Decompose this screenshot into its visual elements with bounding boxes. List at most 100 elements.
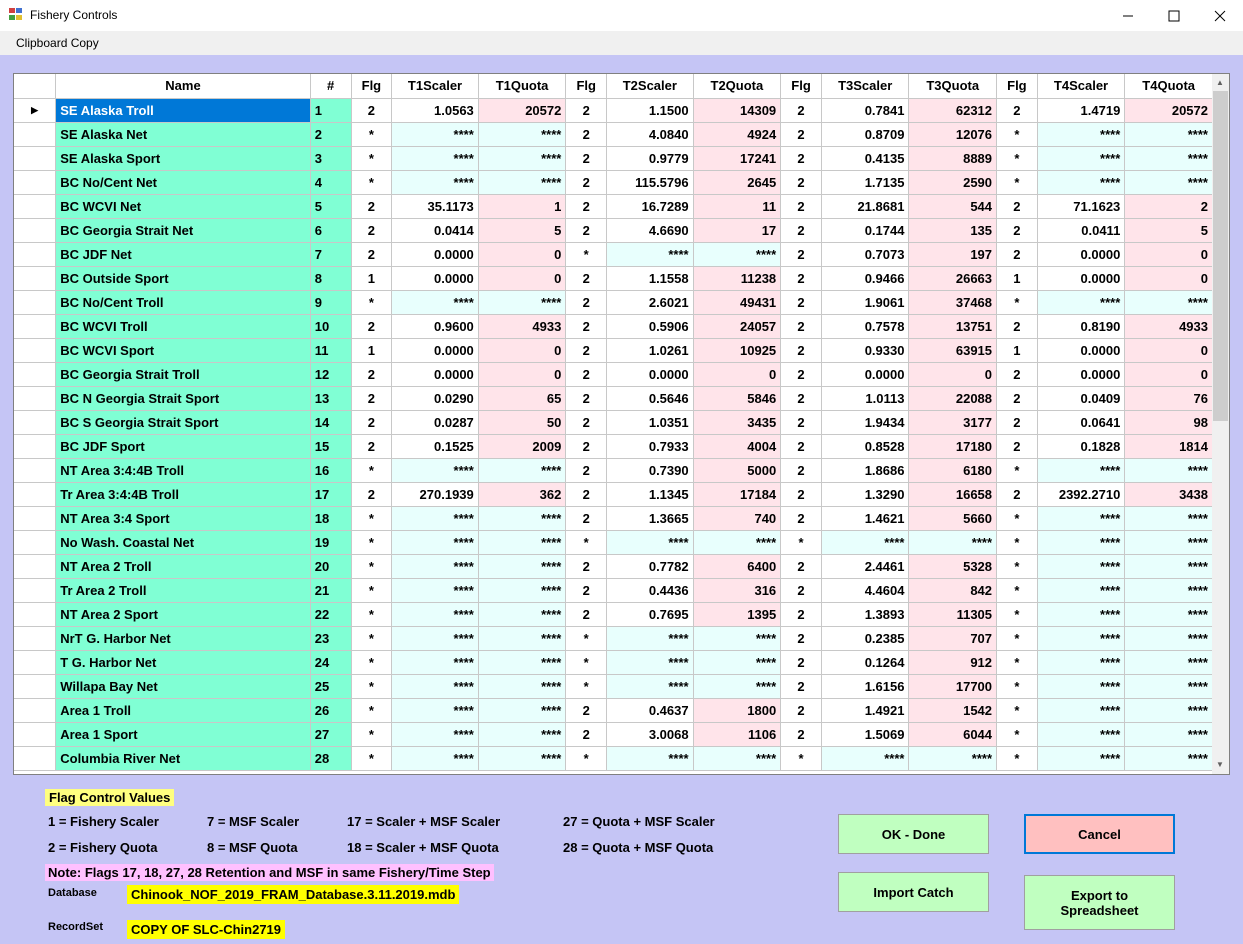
scaler-cell[interactable]: 0.2385 <box>821 626 910 651</box>
scaler-cell[interactable]: 0.0000 <box>821 362 910 387</box>
scaler-cell[interactable]: **** <box>391 290 479 315</box>
column-header[interactable]: Flg <box>351 74 393 99</box>
quota-cell[interactable]: 0 <box>1124 266 1213 291</box>
table-row[interactable]: Willapa Bay Net 25 * **** **** * **** **** 2 1.61… <box>14 674 1213 699</box>
flag-cell[interactable]: 2 <box>996 482 1038 507</box>
column-header[interactable]: T2Quota <box>693 74 782 99</box>
scaler-cell[interactable]: 0.0000 <box>391 338 479 363</box>
quota-cell[interactable]: **** <box>478 554 567 579</box>
flag-cell[interactable]: 2 <box>565 386 608 411</box>
quota-cell[interactable]: 5 <box>1124 218 1213 243</box>
flag-cell[interactable]: 2 <box>351 434 393 459</box>
flag-cell[interactable]: 2 <box>565 218 608 243</box>
quota-cell[interactable]: 10925 <box>693 338 782 363</box>
quota-cell[interactable]: **** <box>693 242 782 267</box>
quota-cell[interactable]: **** <box>693 530 782 555</box>
scroll-up-icon[interactable]: ▲ <box>1216 79 1225 87</box>
scroll-down-icon[interactable]: ▼ <box>1216 761 1225 769</box>
scrollbar-thumb[interactable] <box>1213 91 1228 421</box>
fishery-name-cell[interactable]: BC Outside Sport <box>55 266 311 291</box>
flag-cell[interactable]: 2 <box>780 146 822 171</box>
fishery-number-cell[interactable]: 15 <box>310 434 352 459</box>
scaler-cell[interactable]: **** <box>1037 458 1126 483</box>
quota-cell[interactable]: 5328 <box>908 554 998 579</box>
quota-cell[interactable]: 3177 <box>908 410 998 435</box>
row-header[interactable] <box>14 266 57 291</box>
flag-cell[interactable]: * <box>996 746 1038 771</box>
quota-cell[interactable]: 37468 <box>908 290 998 315</box>
scaler-cell[interactable]: 2392.2710 <box>1037 482 1126 507</box>
fishery-name-cell[interactable]: BC Georgia Strait Troll <box>55 362 311 387</box>
scaler-cell[interactable]: **** <box>391 602 479 627</box>
flag-cell[interactable]: 2 <box>780 602 822 627</box>
scaler-cell[interactable]: **** <box>606 626 694 651</box>
flag-cell[interactable]: 2 <box>351 218 393 243</box>
menu-clipboard-copy[interactable]: Clipboard Copy <box>16 36 99 50</box>
scaler-cell[interactable]: 1.4719 <box>1037 98 1126 123</box>
flag-cell[interactable]: 2 <box>351 314 393 339</box>
flag-cell[interactable]: * <box>565 626 608 651</box>
scaler-cell[interactable]: **** <box>391 530 479 555</box>
quota-cell[interactable]: 0 <box>478 362 567 387</box>
flag-cell[interactable]: * <box>351 722 393 747</box>
scaler-cell[interactable]: 1.5069 <box>821 722 910 747</box>
flag-cell[interactable]: 2 <box>351 386 393 411</box>
flag-cell[interactable]: 2 <box>996 194 1038 219</box>
quota-cell[interactable]: 11238 <box>693 266 782 291</box>
fishery-number-cell[interactable]: 23 <box>310 626 352 651</box>
row-header[interactable] <box>14 362 57 387</box>
scaler-cell[interactable]: 0.1525 <box>391 434 479 459</box>
flag-cell[interactable]: * <box>351 626 393 651</box>
table-row[interactable]: Tr Area 3:4:4B Troll 17 2 270.1939 362 2 1.134… <box>14 482 1213 507</box>
quota-cell[interactable]: 62312 <box>908 98 998 123</box>
quota-cell[interactable]: **** <box>478 506 567 531</box>
flag-cell[interactable]: 2 <box>780 242 822 267</box>
scaler-cell[interactable]: 1.0351 <box>606 410 694 435</box>
scaler-cell[interactable]: 0.8190 <box>1037 314 1126 339</box>
row-header[interactable] <box>14 410 57 435</box>
quota-cell[interactable]: 63915 <box>908 338 998 363</box>
row-header[interactable] <box>14 338 57 363</box>
quota-cell[interactable]: 8889 <box>908 146 998 171</box>
quota-cell[interactable]: **** <box>1124 650 1213 675</box>
table-row[interactable]: No Wash. Coastal Net 19 * **** **** * **** ****… <box>14 530 1213 555</box>
quota-cell[interactable]: **** <box>693 626 782 651</box>
row-header[interactable] <box>14 722 57 747</box>
quota-cell[interactable]: **** <box>478 290 567 315</box>
fishery-number-cell[interactable]: 21 <box>310 578 352 603</box>
column-header[interactable]: Flg <box>565 74 608 99</box>
quota-cell[interactable]: 4924 <box>693 122 782 147</box>
quota-cell[interactable]: 16658 <box>908 482 998 507</box>
quota-cell[interactable]: 2009 <box>478 434 567 459</box>
flag-cell[interactable]: 2 <box>780 98 822 123</box>
scaler-cell[interactable]: **** <box>1037 554 1126 579</box>
flag-cell[interactable]: 2 <box>565 170 608 195</box>
row-header[interactable] <box>14 578 57 603</box>
quota-cell[interactable]: 1542 <box>908 698 998 723</box>
table-row[interactable]: NT Area 3:4:4B Troll 16 * **** **** 2 0.7390 50… <box>14 458 1213 483</box>
flag-cell[interactable]: 2 <box>780 170 822 195</box>
minimize-button[interactable] <box>1105 0 1151 31</box>
table-row[interactable]: BC JDF Sport 15 2 0.1525 2009 2 0.7933 4004 2 0.8… <box>14 434 1213 459</box>
fishery-number-cell[interactable]: 28 <box>310 746 352 771</box>
flag-cell[interactable]: 1 <box>351 266 393 291</box>
scaler-cell[interactable]: 1.3665 <box>606 506 694 531</box>
flag-cell[interactable]: 2 <box>565 482 608 507</box>
flag-cell[interactable]: 2 <box>351 362 393 387</box>
scaler-cell[interactable]: 1.3290 <box>821 482 910 507</box>
flag-cell[interactable]: 2 <box>780 626 822 651</box>
fishery-number-cell[interactable]: 26 <box>310 698 352 723</box>
scaler-cell[interactable]: 4.6690 <box>606 218 694 243</box>
table-row[interactable]: NrT G. Harbor Net 23 * **** **** * **** **** 2 0.… <box>14 626 1213 651</box>
quota-cell[interactable]: **** <box>478 578 567 603</box>
flag-cell[interactable]: * <box>565 242 608 267</box>
scaler-cell[interactable]: 0.1828 <box>1037 434 1126 459</box>
fishery-name-cell[interactable]: BC WCVI Net <box>55 194 311 219</box>
scaler-cell[interactable]: 0.0000 <box>391 266 479 291</box>
scaler-cell[interactable]: 1.9061 <box>821 290 910 315</box>
scaler-cell[interactable]: **** <box>1037 578 1126 603</box>
scaler-cell[interactable]: **** <box>1037 170 1126 195</box>
flag-cell[interactable]: * <box>996 650 1038 675</box>
scaler-cell[interactable]: **** <box>821 746 910 771</box>
quota-cell[interactable]: **** <box>478 122 567 147</box>
